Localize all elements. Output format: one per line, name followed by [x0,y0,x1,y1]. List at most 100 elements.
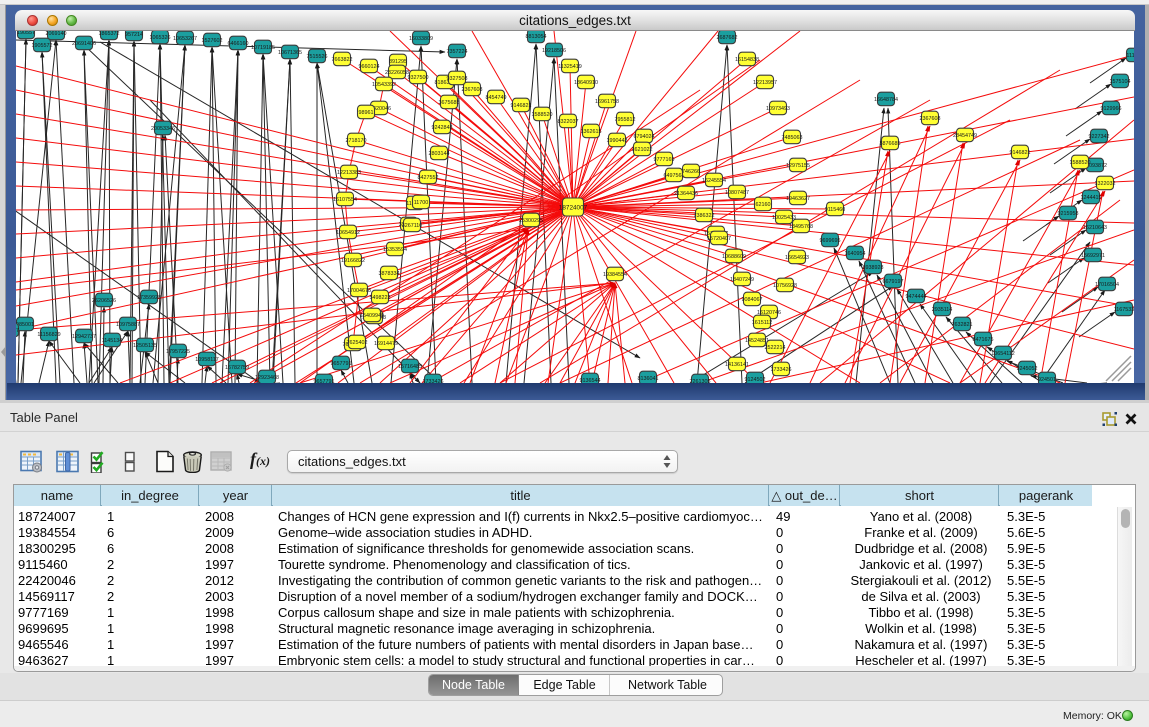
svg-text:12975155: 12975155 [786,163,810,169]
svg-text:11700: 11700 [414,200,429,206]
svg-text:16654923: 16654923 [785,255,809,261]
svg-text:10543392: 10543392 [372,82,396,88]
svg-text:2935114: 2935114 [932,307,953,313]
svg-text:8136041: 8136041 [638,376,659,382]
svg-text:16648784: 16648784 [874,97,898,103]
svg-text:19463627: 19463627 [786,196,810,202]
svg-text:7357224: 7357224 [447,49,468,55]
svg-text:7485063: 7485063 [782,135,803,141]
svg-text:25300295: 25300295 [519,218,543,224]
svg-text:62160: 62160 [756,202,771,208]
svg-text:7386322: 7386322 [694,213,715,219]
svg-text:19218506: 19218506 [542,48,566,54]
svg-text:10719185: 10719185 [251,45,275,51]
svg-text:9660124: 9660124 [359,64,380,70]
svg-text:2687682: 2687682 [717,35,738,41]
svg-text:9136544: 9136544 [580,378,601,383]
svg-text:17957225: 17957225 [166,349,190,355]
svg-text:19384554: 19384554 [603,272,627,278]
svg-text:9215958: 9215958 [1058,211,1079,217]
svg-text:7625402: 7625402 [347,340,368,346]
svg-text:1640954: 1640954 [845,251,866,257]
svg-text:20053346: 20053346 [151,126,175,132]
svg-text:10654112: 10654112 [991,351,1015,357]
svg-text:11325419: 11325419 [558,64,582,70]
svg-text:15720407: 15720407 [707,236,731,242]
svg-text:16154838: 16154838 [735,57,759,63]
svg-text:2803144: 2803144 [429,151,450,157]
svg-text:1362615: 1362615 [581,129,602,135]
svg-text:1615112: 1615112 [752,320,773,326]
svg-text:7663822: 7663822 [332,57,353,63]
svg-text:14524851: 14524851 [745,338,769,344]
svg-text:18724007: 18724007 [559,204,588,211]
svg-text:2367608: 2367608 [462,87,483,93]
svg-text:10654912: 10654912 [336,230,360,236]
svg-text:10973493: 10973493 [766,106,790,112]
svg-text:924501: 924501 [1038,377,1056,383]
svg-text:8813054: 8813054 [526,34,547,40]
svg-text:9245052: 9245052 [1017,366,1038,372]
svg-text:1588520: 1588520 [532,112,553,118]
svg-text:15353594: 15353594 [383,247,407,253]
svg-text:2522214: 2522214 [765,345,786,351]
svg-text:8427552: 8427552 [418,175,439,181]
svg-text:1167533: 1167533 [1114,307,1134,313]
svg-text:18640910: 18640910 [574,80,598,86]
svg-text:7955812: 7955812 [615,117,636,123]
svg-text:9124502: 9124502 [745,377,766,383]
svg-text:3876685: 3876685 [880,141,901,147]
svg-text:9657791: 9657791 [314,379,335,383]
svg-text:7261305: 7261305 [690,379,711,383]
svg-text:991457: 991457 [16,328,19,334]
svg-text:14136141: 14136141 [725,362,749,368]
svg-text:957214: 957214 [125,32,143,38]
svg-text:1065326: 1065326 [150,35,171,41]
svg-text:9115460: 9115460 [825,207,846,213]
svg-text:2367608: 2367608 [920,116,941,122]
svg-text:17016504: 17016504 [1095,282,1119,288]
svg-text:9227342: 9227342 [1089,134,1110,140]
svg-text:9474444: 9474444 [906,294,927,300]
svg-text:1733426: 1733426 [423,379,444,383]
svg-text:15716485: 15716485 [398,364,422,370]
svg-text:16033809: 16033809 [409,36,433,42]
svg-text:12213957: 12213957 [753,80,777,86]
svg-text:1527602: 1527602 [202,38,223,44]
svg-text:19166822: 19166822 [341,258,365,264]
svg-text:9146821: 9146821 [511,103,532,109]
svg-text:17359928: 17359928 [137,295,161,301]
svg-text:3878334: 3878334 [379,271,400,277]
svg-text:7632821: 7632821 [952,322,973,328]
svg-text:15692971: 15692971 [1081,253,1105,259]
svg-text:12505135: 12505135 [133,343,157,349]
svg-text:1244415: 1244415 [1081,195,1102,201]
svg-text:8454749: 8454749 [486,95,507,101]
svg-text:10975887: 10975887 [116,322,140,328]
svg-text:9699695: 9699695 [820,238,841,244]
svg-text:10958117: 10958117 [195,357,219,363]
svg-text:9084067: 9084067 [742,297,763,303]
svg-text:1322032: 1322032 [1095,181,1116,187]
svg-text:17004678: 17004678 [347,288,371,294]
svg-text:6679197: 6679197 [883,279,904,285]
svg-text:2718170: 2718170 [346,138,367,144]
svg-text:16961758: 16961758 [595,99,619,105]
svg-text:10807487: 10807487 [725,190,749,196]
svg-text:10756928: 10756928 [773,283,797,289]
svg-text:98961: 98961 [359,110,374,116]
svg-text:9777169: 9777169 [654,157,675,163]
svg-text:1145134: 1145134 [102,338,123,344]
svg-text:18495768: 18495768 [789,224,813,230]
svg-text:746266: 746266 [682,169,700,175]
svg-text:18407249: 18407249 [730,277,754,283]
svg-text:16245554: 16245554 [702,178,726,184]
svg-text:1733426: 1733426 [771,367,792,373]
svg-text:23226058: 23226058 [385,70,409,76]
svg-text:3675685: 3675685 [439,100,460,106]
svg-text:10025433: 10025433 [772,215,796,221]
svg-text:9146821: 9146821 [1010,150,1031,156]
svg-text:21364436: 21364436 [674,191,698,197]
svg-text:11156829: 11156829 [37,332,60,338]
svg-text:12213383: 12213383 [337,170,361,176]
